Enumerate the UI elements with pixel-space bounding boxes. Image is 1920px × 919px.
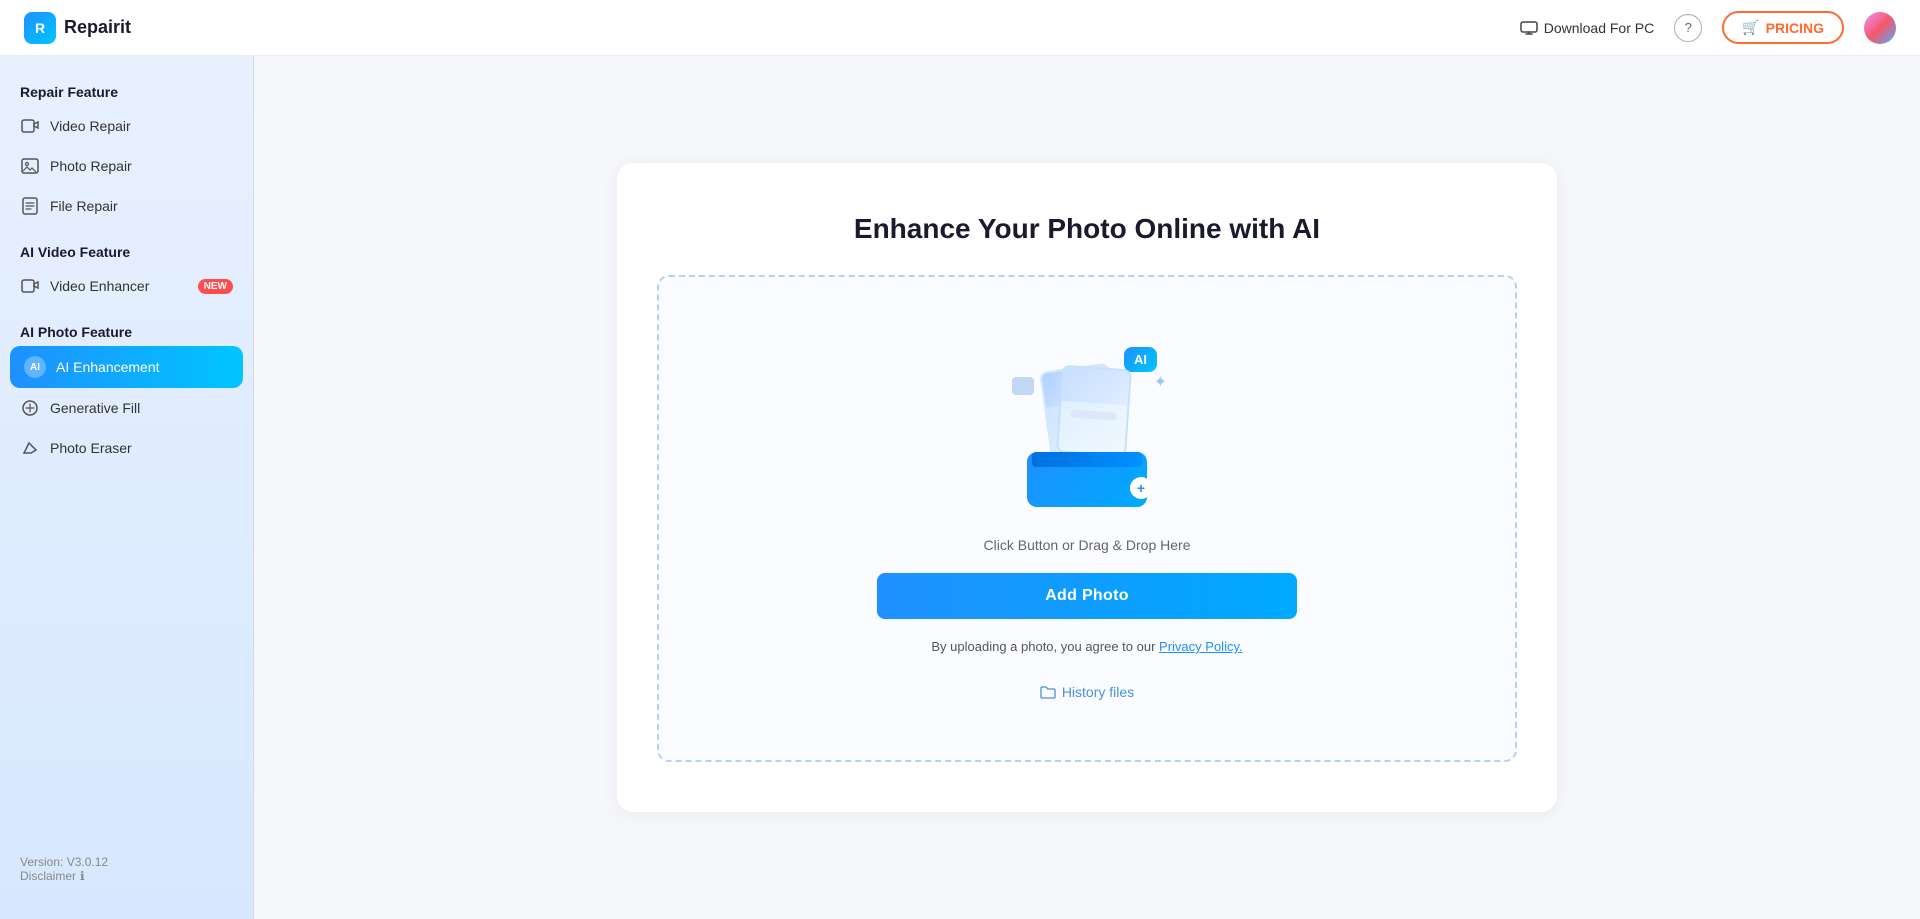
- disclaimer-button[interactable]: Disclaimer ℹ: [20, 869, 233, 883]
- ai-photo-section-label: AI Photo Feature: [0, 316, 253, 346]
- page-title: Enhance Your Photo Online with AI: [657, 213, 1517, 245]
- video-enhancer-icon: [20, 276, 40, 296]
- sidebar-item-video-repair[interactable]: Video Repair: [0, 106, 253, 146]
- privacy-policy-link[interactable]: Privacy Policy.: [1159, 639, 1243, 654]
- header-right: Download For PC ? 🛒 PRICING: [1520, 11, 1896, 44]
- sidebar-item-ai-enhancement[interactable]: AI AI Enhancement: [10, 346, 243, 388]
- ai-badge: AI: [1124, 347, 1157, 372]
- ai-illustration: AI ✦: [997, 337, 1177, 507]
- camera-decoration: [1012, 377, 1034, 395]
- generative-fill-label: Generative Fill: [50, 400, 233, 416]
- video-repair-label: Video Repair: [50, 118, 233, 134]
- photo-repair-label: Photo Repair: [50, 158, 233, 174]
- folder-icon: [1040, 685, 1056, 699]
- video-enhancer-label: Video Enhancer: [50, 278, 188, 294]
- video-repair-icon: [20, 116, 40, 136]
- content-card: Enhance Your Photo Online with AI AI ✦: [617, 163, 1557, 812]
- sidebar-footer: Version: V3.0.12 Disclaimer ℹ: [0, 839, 253, 899]
- upload-zone[interactable]: AI ✦: [657, 275, 1517, 762]
- main-content: Enhance Your Photo Online with AI AI ✦: [254, 56, 1920, 919]
- logo-icon: R: [24, 12, 56, 44]
- tray-top: [1032, 452, 1142, 467]
- download-for-pc-button[interactable]: Download For PC: [1520, 20, 1655, 36]
- privacy-text: By uploading a photo, you agree to our P…: [931, 639, 1242, 654]
- pricing-button[interactable]: 🛒 PRICING: [1722, 11, 1844, 44]
- photo-repair-icon: [20, 156, 40, 176]
- history-files-button[interactable]: History files: [1040, 684, 1134, 700]
- sidebar-item-file-repair[interactable]: File Repair: [0, 186, 253, 226]
- main-layout: Repair Feature Video Repair Photo Repair…: [0, 56, 1920, 919]
- sidebar-item-video-enhancer[interactable]: Video Enhancer NEW: [0, 266, 253, 306]
- file-repair-label: File Repair: [50, 198, 233, 214]
- repair-section-label: Repair Feature: [0, 76, 253, 106]
- ai-video-section-label: AI Video Feature: [0, 236, 253, 266]
- ai-enhancement-icon: AI: [24, 356, 46, 378]
- help-button[interactable]: ?: [1674, 14, 1702, 42]
- sparkle-decoration: ✦: [1154, 372, 1167, 392]
- cart-icon: 🛒: [1742, 19, 1759, 36]
- sidebar: Repair Feature Video Repair Photo Repair…: [0, 56, 254, 919]
- ai-enhancement-label: AI Enhancement: [56, 359, 229, 375]
- monitor-icon: [1520, 21, 1538, 35]
- photo-eraser-icon: [20, 438, 40, 458]
- new-badge: NEW: [198, 279, 233, 294]
- sidebar-item-photo-eraser[interactable]: Photo Eraser: [0, 428, 253, 468]
- photo-eraser-label: Photo Eraser: [50, 440, 233, 456]
- version-text: Version: V3.0.12: [20, 855, 233, 869]
- photo-front: [1056, 365, 1132, 458]
- sidebar-item-photo-repair[interactable]: Photo Repair: [0, 146, 253, 186]
- file-repair-icon: [20, 196, 40, 216]
- avatar[interactable]: [1864, 12, 1896, 44]
- plus-icon: +: [1130, 477, 1152, 499]
- logo-area: R Repairit: [24, 12, 131, 44]
- info-icon: ℹ: [80, 869, 85, 883]
- generative-fill-icon: [20, 398, 40, 418]
- sidebar-item-generative-fill[interactable]: Generative Fill: [0, 388, 253, 428]
- logo-text: Repairit: [64, 17, 131, 38]
- drag-drop-text: Click Button or Drag & Drop Here: [984, 537, 1191, 553]
- app-header: R Repairit Download For PC ? 🛒 PRICING: [0, 0, 1920, 56]
- add-photo-button[interactable]: Add Photo: [877, 573, 1297, 619]
